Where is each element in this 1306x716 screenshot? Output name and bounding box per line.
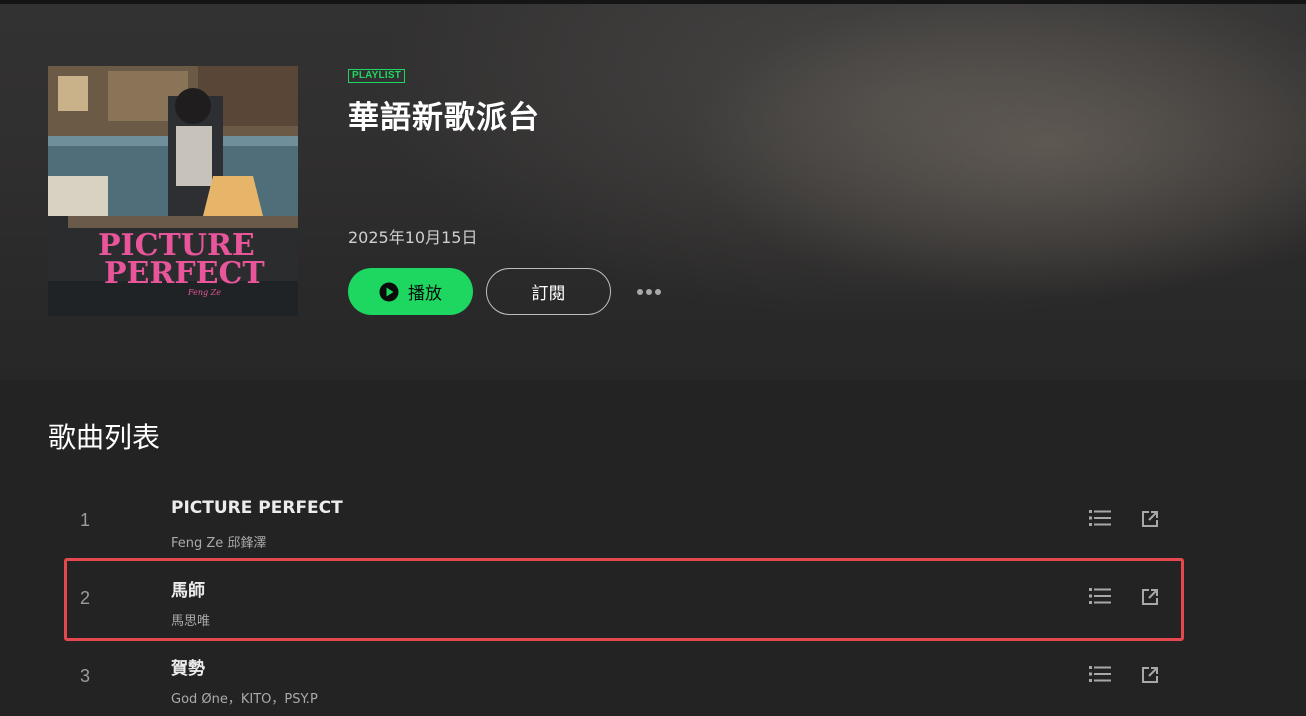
list-icon[interactable]	[1089, 509, 1111, 527]
tracklist-heading: 歌曲列表	[48, 421, 161, 454]
subscribe-button[interactable]: 訂閱	[486, 268, 611, 315]
table-row[interactable]: 2 馬師 馬思唯	[64, 560, 1182, 638]
cover-title-line2: PERFECT	[104, 256, 265, 291]
table-row[interactable]: 1 PICTURE PERFECT Feng Ze 邱鋒澤	[64, 482, 1182, 560]
subscribe-button-label: 訂閱	[531, 284, 566, 304]
track-artist[interactable]: God Øne，KITO，PSY.P	[171, 688, 318, 707]
playlist-title: 華語新歌派台	[348, 100, 540, 136]
track-artist[interactable]: Feng Ze 邱鋒澤	[171, 532, 266, 551]
more-dots-icon[interactable]	[632, 280, 666, 304]
playlist-badge: PLAYLIST	[348, 69, 406, 83]
table-row[interactable]: 3 賀勢 God Øne，KITO，PSY.P	[64, 638, 1182, 716]
playlist-date: 2025年10月15日	[348, 228, 478, 247]
track-title[interactable]: PICTURE PERFECT	[171, 498, 343, 518]
external-link-icon[interactable]	[1140, 587, 1160, 607]
play-button-label: 播放	[408, 284, 442, 304]
list-icon[interactable]	[1089, 665, 1111, 683]
list-icon[interactable]	[1089, 587, 1111, 605]
playlist-cover: PICTURE PERFECT Feng Ze	[48, 66, 298, 316]
track-title[interactable]: 馬師	[171, 576, 205, 601]
track-number: 2	[80, 588, 91, 608]
play-button[interactable]: 播放	[348, 268, 473, 315]
track-number: 1	[80, 510, 91, 530]
play-circle-icon	[379, 282, 399, 302]
cover-small-text: Feng Ze	[188, 288, 221, 297]
external-link-icon[interactable]	[1140, 665, 1160, 685]
external-link-icon[interactable]	[1140, 509, 1160, 529]
track-title[interactable]: 賀勢	[171, 654, 205, 679]
track-artist[interactable]: 馬思唯	[171, 610, 210, 629]
track-number: 3	[80, 666, 91, 686]
cover-title: PICTURE PERFECT	[98, 231, 298, 291]
